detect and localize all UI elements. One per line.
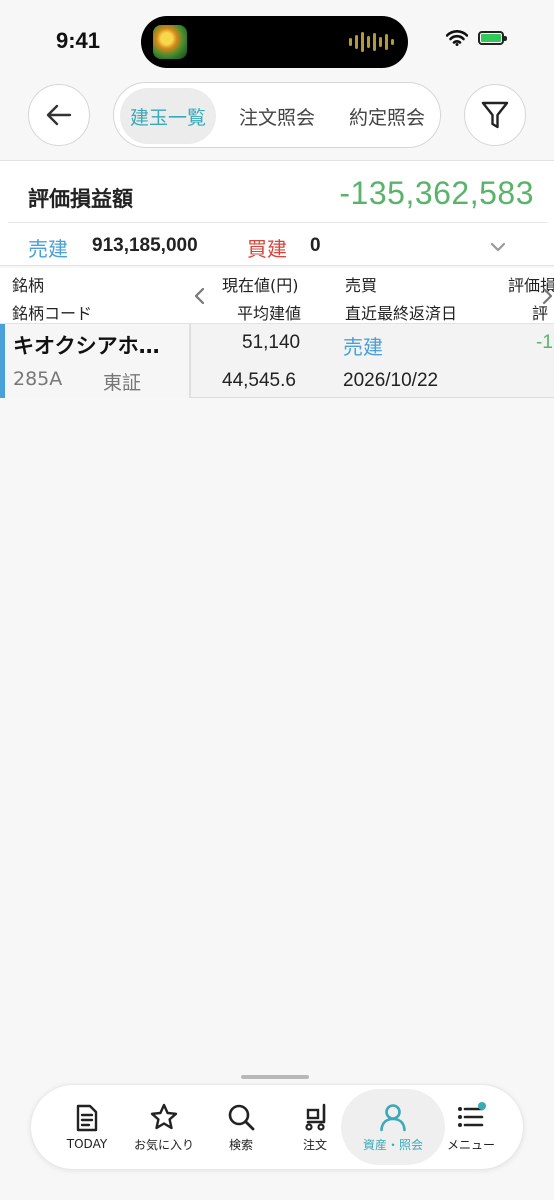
sell-position-label: 売建 [28, 237, 68, 261]
status-bar: 9:41 [0, 0, 554, 80]
tabbar-label-menu: メニュー [446, 1137, 495, 1152]
status-time: 9:41 [56, 28, 101, 53]
tab-execution-inquiry[interactable]: 約定照会 [336, 88, 438, 144]
cart-icon [305, 1103, 326, 1131]
tabbar-item-today[interactable]: TODAY [51, 1089, 123, 1165]
tabbar-item-assets[interactable]: 資産・照会 [341, 1089, 445, 1165]
sell-position-value: 913,185,000 [92, 235, 198, 256]
notification-badge [478, 1101, 486, 1110]
wifi-icon [446, 30, 468, 46]
header-current-price: 現在値(円) [222, 276, 299, 295]
row-security-cell[interactable]: キオクシアホ… 285A 東証 [0, 324, 191, 398]
tabbar-label-assets: 資産・照会 [362, 1137, 423, 1152]
pl-value: -135,362,583 [339, 175, 534, 211]
trade-side: 売建 [343, 335, 383, 359]
dynamic-island[interactable] [141, 16, 408, 68]
pl-row: 評価損益額 -135,362,583 [8, 165, 548, 223]
filter-button[interactable] [464, 84, 526, 146]
bottom-tab-bar: TODAY お気に入り 検索 注文 資産・照会 メニュー [30, 1084, 524, 1170]
average-price: 44,545.6 [222, 370, 296, 391]
arrow-left-icon [46, 104, 72, 126]
tabbar-label-favorites: お気に入り [133, 1137, 194, 1152]
tabbar-label-order: 注文 [302, 1137, 327, 1152]
table-header: 銘柄 銘柄コード 現在値(円) 平均建値 売買 直近最終返済日 評価損 評 [0, 268, 554, 324]
audio-waveform-icon [349, 31, 394, 53]
search-icon [228, 1104, 255, 1130]
scroll-right-icon[interactable] [540, 287, 554, 305]
status-icons [446, 30, 507, 46]
scroll-left-icon[interactable] [193, 287, 207, 305]
tab-positions[interactable]: 建玉一覧 [120, 88, 216, 144]
tab-order-inquiry[interactable]: 注文照会 [226, 88, 328, 144]
tabbar-item-menu[interactable]: メニュー [435, 1089, 507, 1165]
header-name: 銘柄 [12, 276, 45, 295]
security-market: 東証 [103, 372, 142, 394]
tabbar-label-search: 検索 [228, 1137, 253, 1152]
security-name: キオクシアホ… [13, 334, 160, 358]
view-tab-group: 建玉一覧 注文照会 約定照会 [113, 82, 441, 148]
tabbar-label-today: TODAY [66, 1137, 108, 1151]
chevron-down-icon[interactable] [488, 237, 508, 257]
buy-position-label: 買建 [247, 237, 287, 261]
sheet-handle[interactable] [241, 1075, 309, 1079]
table-row[interactable]: キオクシアホ… 285A 東証 51,140 44,545.6 売建 2026/… [0, 324, 554, 398]
person-icon [380, 1103, 406, 1131]
summary-panel: 評価損益額 -135,362,583 売建 913,185,000 買建 0 [0, 160, 554, 266]
pl-label: 評価損益額 [28, 187, 133, 211]
tabbar-item-favorites[interactable]: お気に入り [125, 1089, 203, 1165]
buy-position-value: 0 [310, 235, 321, 256]
now-playing-artwork [153, 25, 187, 59]
header-settlement-date: 直近最終返済日 [345, 304, 458, 323]
row-pl-value: -1 [536, 332, 553, 353]
document-icon [76, 1104, 98, 1132]
current-price: 51,140 [242, 332, 301, 353]
star-icon [150, 1103, 178, 1129]
last-settlement-date: 2026/10/22 [343, 370, 439, 391]
security-code: 285A [13, 368, 63, 390]
header-side: 売買 [345, 276, 378, 295]
header-code: 銘柄コード [12, 304, 93, 323]
filter-icon [481, 101, 509, 129]
tabbar-item-search[interactable]: 検索 [205, 1089, 277, 1165]
battery-icon [478, 31, 507, 45]
back-button[interactable] [28, 84, 90, 146]
list-icon [458, 1101, 486, 1127]
header-avg-price: 平均建値 [237, 304, 302, 323]
